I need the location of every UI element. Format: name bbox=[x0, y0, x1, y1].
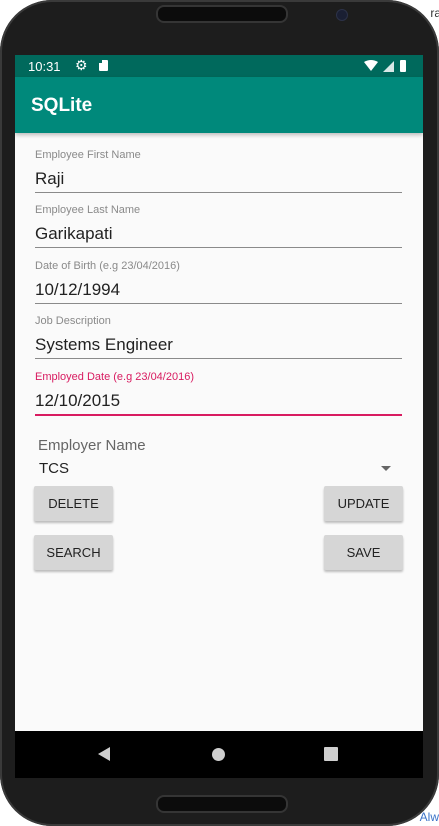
status-bar: 10:31 ⚙ bbox=[15, 55, 423, 77]
first-name-input[interactable]: Raji bbox=[35, 169, 402, 193]
dob-field[interactable]: Date of Birth (e.g 23/04/2016) 10/12/199… bbox=[35, 260, 402, 304]
app-bar: SQLite bbox=[15, 77, 423, 133]
job-field[interactable]: Job Description Systems Engineer bbox=[35, 315, 402, 359]
top-speaker bbox=[156, 5, 288, 23]
recents-icon[interactable] bbox=[324, 747, 338, 761]
status-time: 10:31 bbox=[28, 59, 61, 74]
background-text-top: ra bbox=[430, 6, 439, 20]
dob-label: Date of Birth (e.g 23/04/2016) bbox=[35, 260, 180, 272]
last-name-field[interactable]: Employee Last Name Garikapati bbox=[35, 204, 402, 248]
background-text-bottom: Alw bbox=[419, 810, 439, 824]
dob-input[interactable]: 10/12/1994 bbox=[35, 280, 402, 304]
last-name-input[interactable]: Garikapati bbox=[35, 224, 402, 248]
wifi-icon bbox=[364, 60, 378, 71]
employed-date-label: Employed Date (e.g 23/04/2016) bbox=[35, 371, 194, 383]
delete-button[interactable]: DELETE bbox=[34, 486, 113, 521]
first-name-field[interactable]: Employee First Name Raji bbox=[35, 149, 402, 193]
last-name-label: Employee Last Name bbox=[35, 204, 141, 216]
employed-date-field[interactable]: Employed Date (e.g 23/04/2016) 12/10/201… bbox=[35, 371, 402, 416]
sd-card-icon bbox=[99, 60, 108, 71]
battery-icon bbox=[400, 60, 406, 72]
employer-value: TCS bbox=[39, 460, 69, 477]
employer-label: Employer Name bbox=[38, 437, 146, 454]
employer-spinner[interactable]: TCS bbox=[38, 460, 391, 480]
home-icon[interactable] bbox=[212, 748, 225, 761]
signal-icon bbox=[383, 61, 394, 72]
dropdown-arrow-icon bbox=[381, 466, 391, 471]
job-input[interactable]: Systems Engineer bbox=[35, 335, 402, 359]
update-button[interactable]: UPDATE bbox=[324, 486, 403, 521]
back-icon[interactable] bbox=[98, 747, 110, 761]
bottom-speaker bbox=[156, 795, 288, 813]
search-button[interactable]: SEARCH bbox=[34, 535, 113, 570]
navigation-bar bbox=[15, 731, 423, 778]
first-name-label: Employee First Name bbox=[35, 149, 141, 161]
app-title: SQLite bbox=[31, 95, 93, 116]
employed-date-input[interactable]: 12/10/2015 bbox=[35, 391, 402, 416]
phone-frame: 10:31 ⚙ SQLite Employee First Name Raji … bbox=[0, 0, 439, 826]
status-icons bbox=[363, 59, 409, 78]
job-label: Job Description bbox=[35, 315, 111, 327]
gear-icon: ⚙ bbox=[75, 57, 88, 73]
save-button[interactable]: SAVE bbox=[324, 535, 403, 570]
front-camera bbox=[336, 9, 348, 21]
app-screen: 10:31 ⚙ SQLite Employee First Name Raji … bbox=[15, 55, 423, 731]
